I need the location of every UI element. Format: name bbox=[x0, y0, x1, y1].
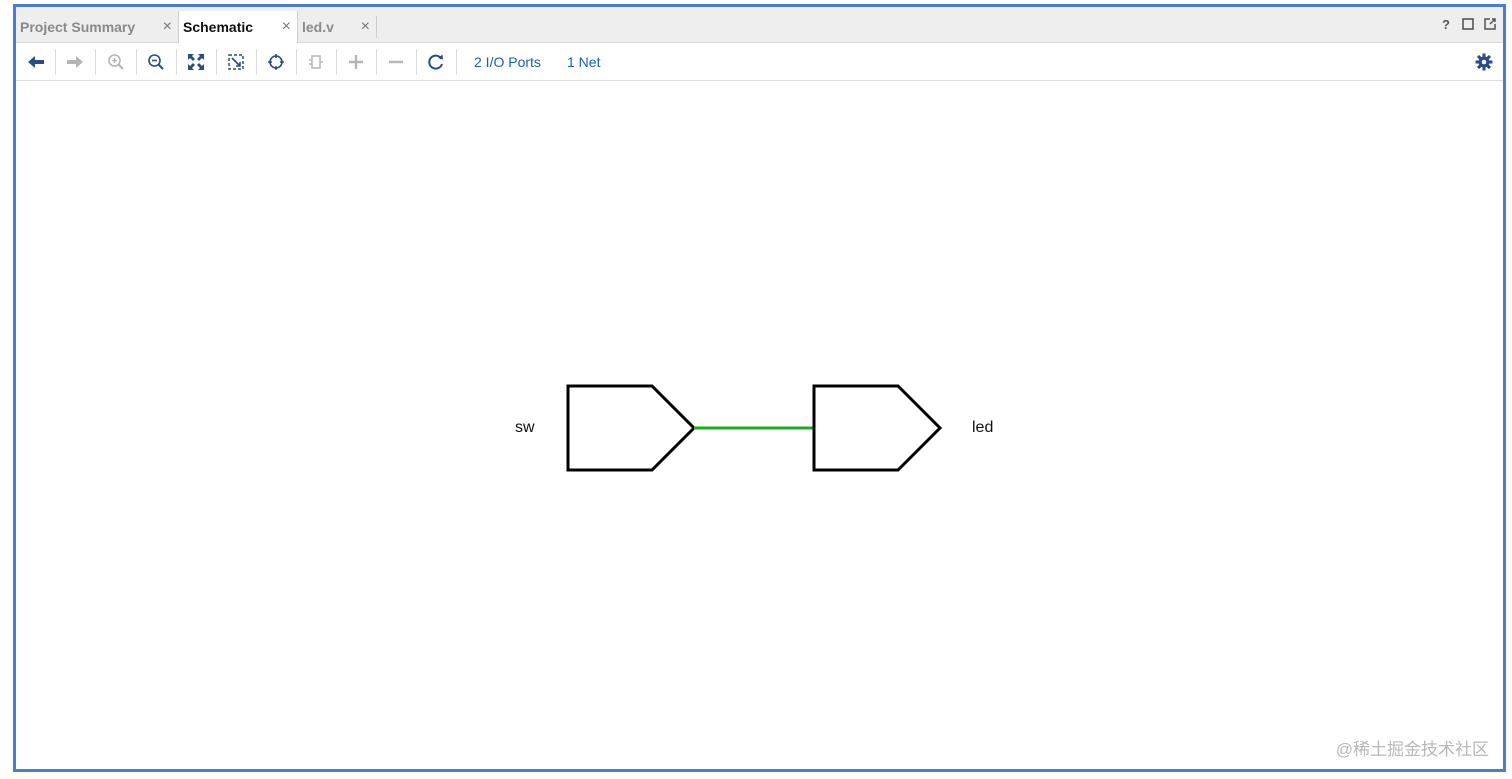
toolbar-divider bbox=[336, 49, 337, 75]
schematic-toolbar: 2 I/O Ports 1 Net bbox=[16, 43, 1503, 81]
remove-icon[interactable] bbox=[385, 52, 407, 72]
toolbar-divider bbox=[256, 49, 257, 75]
float-window-icon[interactable] bbox=[1483, 17, 1497, 31]
schematic-canvas[interactable]: sw led @稀土掘金技术社区 bbox=[16, 82, 1503, 769]
close-icon[interactable]: × bbox=[282, 11, 291, 43]
tab-project-summary[interactable]: Project Summary × bbox=[16, 11, 178, 43]
output-port-shape[interactable] bbox=[812, 384, 943, 472]
toolbar-divider bbox=[416, 49, 417, 75]
forward-arrow-icon[interactable] bbox=[64, 52, 86, 72]
back-arrow-icon[interactable] bbox=[25, 52, 47, 72]
zoom-fit-icon[interactable] bbox=[185, 52, 207, 72]
maximize-icon[interactable] bbox=[1461, 17, 1475, 31]
toolbar-divider bbox=[136, 49, 137, 75]
tab-schematic[interactable]: Schematic × bbox=[178, 11, 298, 43]
nets-link[interactable]: 1 Net bbox=[567, 54, 600, 70]
close-icon[interactable]: × bbox=[163, 11, 172, 43]
zoom-out-icon[interactable] bbox=[145, 52, 167, 72]
toolbar-divider bbox=[296, 49, 297, 75]
input-port-shape[interactable] bbox=[566, 384, 697, 472]
toolbar-divider bbox=[216, 49, 217, 75]
tab-led-v[interactable]: led.v × bbox=[298, 11, 376, 43]
tab-bar: Project Summary × Schematic × led.v × ? bbox=[16, 7, 1503, 43]
toolbar-divider bbox=[376, 49, 377, 75]
tab-label: Schematic bbox=[183, 19, 254, 35]
expand-cell-icon[interactable] bbox=[305, 52, 327, 72]
output-port-label[interactable]: led bbox=[972, 419, 993, 437]
zoom-area-icon[interactable] bbox=[225, 52, 247, 72]
zoom-in-icon[interactable] bbox=[105, 52, 127, 72]
select-target-icon[interactable] bbox=[265, 52, 287, 72]
add-icon[interactable] bbox=[345, 52, 367, 72]
toolbar-divider bbox=[456, 49, 457, 75]
toolbar-divider bbox=[176, 49, 177, 75]
schematic-window: Project Summary × Schematic × led.v × ? bbox=[13, 4, 1506, 772]
gear-icon[interactable] bbox=[1475, 53, 1493, 71]
refresh-icon[interactable] bbox=[425, 52, 447, 72]
io-ports-link[interactable]: 2 I/O Ports bbox=[474, 54, 541, 70]
input-port-label[interactable]: sw bbox=[515, 419, 535, 437]
window-controls: ? bbox=[1439, 17, 1497, 32]
tab-divider bbox=[376, 16, 377, 38]
watermark: @稀土掘金技术社区 bbox=[1335, 740, 1489, 759]
tab-label: led.v bbox=[302, 19, 334, 35]
close-icon[interactable]: × bbox=[361, 11, 370, 43]
toolbar-divider bbox=[95, 49, 96, 75]
tab-label: Project Summary bbox=[20, 19, 136, 35]
help-icon[interactable]: ? bbox=[1439, 17, 1453, 32]
toolbar-divider bbox=[55, 49, 56, 75]
